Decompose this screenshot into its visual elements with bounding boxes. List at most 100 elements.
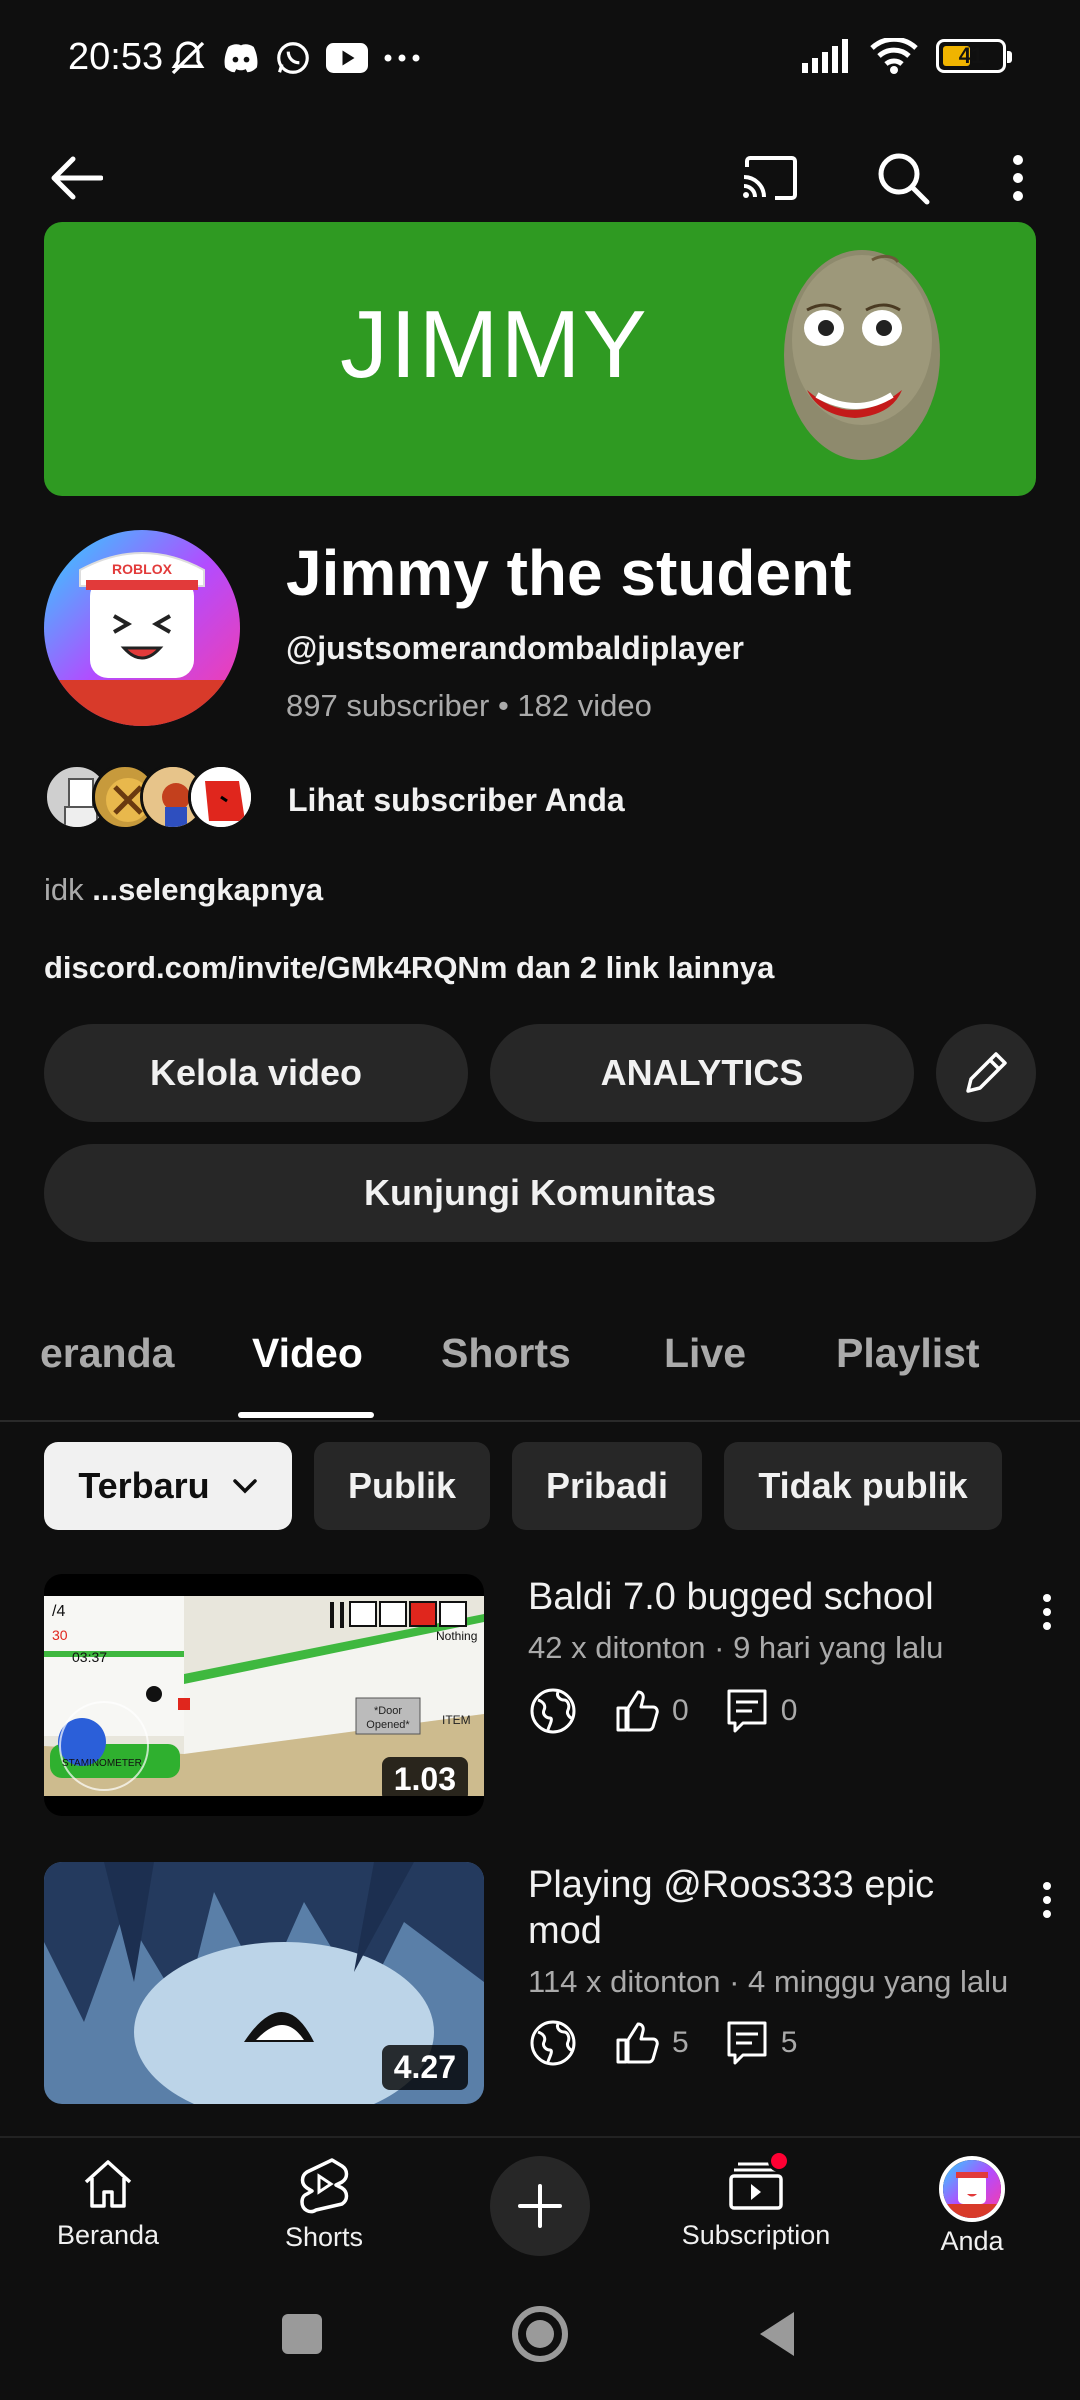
- video-thumbnail[interactable]: 4.27: [44, 1862, 484, 2104]
- bottom-navigation: Beranda Shorts Subscription Anda: [0, 2136, 1080, 2270]
- back-system-button[interactable]: [756, 2310, 796, 2358]
- back-button[interactable]: [26, 128, 126, 228]
- comment-icon: [727, 2021, 767, 2065]
- channel-description[interactable]: idk ...selengkapnya: [44, 872, 323, 908]
- filter-chip-public[interactable]: Publik: [314, 1442, 490, 1530]
- filter-chip-private[interactable]: Pribadi: [512, 1442, 702, 1530]
- visibility-public: [528, 1686, 578, 1736]
- chevron-down-icon: [232, 1479, 257, 1494]
- video-list-item[interactable]: /4 30 03:37 Nothing *Door Opened* ITEM S…: [0, 1574, 1080, 1824]
- comments-count: 0: [725, 1687, 798, 1735]
- channel-avatar[interactable]: ROBLOX: [44, 530, 240, 726]
- status-time: 20:53: [68, 36, 164, 78]
- thumb-door-line2: Opened*: [366, 1719, 410, 1731]
- edit-channel-button[interactable]: [936, 1024, 1036, 1122]
- filter-chip-unlisted[interactable]: Tidak publik: [724, 1442, 1002, 1530]
- more-dots-icon: [384, 54, 420, 62]
- description-text: idk: [44, 872, 84, 907]
- thumbs-up-icon: [616, 2022, 659, 2064]
- description-more-link[interactable]: ...selengkapnya: [92, 872, 323, 907]
- channel-banner: JIMMY: [44, 222, 1036, 496]
- active-tab-indicator: [238, 1412, 374, 1418]
- shorts-icon: [300, 2158, 349, 2214]
- more-vert-icon: [1043, 1882, 1051, 1918]
- video-duration: 1.03: [381, 1757, 468, 1802]
- thumb-counter: /4: [52, 1603, 65, 1620]
- notification-icons: [168, 38, 422, 78]
- nav-you-label: Anda: [940, 2226, 1004, 2256]
- you-avatar: [939, 2156, 1005, 2222]
- video-stats: 5 5: [528, 2018, 833, 2068]
- system-navigation-bar: [0, 2270, 1080, 2400]
- thumb-stamina: STAMINOMETER: [62, 1758, 142, 1769]
- avatar-cap-text: ROBLOX: [112, 561, 173, 577]
- more-vert-icon: [1013, 155, 1023, 201]
- top-app-bar: [0, 118, 1080, 238]
- likes-count: 5: [614, 2020, 689, 2066]
- comment-icon: [727, 1689, 767, 1733]
- roblox-avatar-image: ROBLOX: [44, 530, 240, 726]
- video-more-button[interactable]: [1022, 1582, 1072, 1642]
- youtube-icon: [326, 43, 368, 73]
- thumb-nothing: Nothing: [436, 1629, 477, 1643]
- home-system-button[interactable]: [512, 2306, 568, 2362]
- channel-handle: @justsomerandombaldiplayer: [286, 630, 744, 666]
- battery-level: 41: [958, 43, 984, 68]
- more-vert-icon: [1043, 1594, 1051, 1630]
- nav-you[interactable]: Anda: [872, 2156, 1072, 2257]
- nav-shorts[interactable]: Shorts: [224, 2156, 424, 2253]
- video-thumbnail[interactable]: /4 30 03:37 Nothing *Door Opened* ITEM S…: [44, 1574, 484, 1816]
- tab-playlists[interactable]: Playlist: [836, 1330, 980, 1377]
- comments-value: 5: [780, 2026, 798, 2059]
- globe-icon: [530, 2020, 576, 2066]
- create-button[interactable]: [490, 2156, 590, 2256]
- search-button[interactable]: [853, 128, 953, 228]
- likes-value: 0: [672, 1694, 689, 1727]
- more-options-button[interactable]: [968, 128, 1068, 228]
- video-stats: 0 0: [528, 1686, 833, 1736]
- video-title[interactable]: Baldi 7.0 bugged school: [528, 1574, 1008, 1620]
- tab-live[interactable]: Live: [664, 1330, 746, 1377]
- tab-shorts[interactable]: Shorts: [441, 1330, 571, 1377]
- nav-subscriptions-label: Subscription: [681, 2220, 831, 2250]
- whatsapp-icon: [277, 42, 309, 74]
- recents-button[interactable]: [282, 2314, 322, 2354]
- video-list-item[interactable]: 4.27 Playing @Roos333 epic mod 114 x dit…: [0, 1862, 1080, 2112]
- video-meta: 114 x ditonton · 4 minggu yang lalu: [528, 1964, 1009, 1999]
- video-more-button[interactable]: [1022, 1870, 1072, 1930]
- video-meta: 42 x ditonton · 9 hari yang lalu: [528, 1630, 944, 1665]
- channel-stats: 897 subscriber • 182 video: [286, 688, 652, 723]
- nav-home[interactable]: Beranda: [8, 2156, 208, 2251]
- system-icons: 41: [802, 38, 1012, 74]
- subscriber-avatar: [188, 764, 254, 830]
- nav-home-label: Beranda: [56, 2220, 160, 2250]
- likes-value: 5: [672, 2026, 689, 2059]
- subscriber-avatars: [44, 762, 264, 832]
- view-subscribers-link[interactable]: Lihat subscriber Anda: [288, 782, 625, 819]
- manage-videos-button[interactable]: Kelola video: [44, 1024, 468, 1122]
- view-subscribers-row[interactable]: Lihat subscriber Anda: [44, 762, 625, 832]
- comments-count: 5: [725, 2019, 798, 2067]
- comments-value: 0: [780, 1694, 798, 1727]
- discord-icon: [224, 44, 258, 73]
- plus-icon: [518, 2184, 562, 2228]
- cast-button[interactable]: [720, 128, 820, 228]
- nav-shorts-label: Shorts: [284, 2222, 364, 2252]
- banner-text: JIMMY: [340, 291, 649, 398]
- visit-community-button[interactable]: Kunjungi Komunitas: [44, 1144, 1036, 1242]
- cast-icon: [743, 156, 797, 200]
- tab-videos[interactable]: Video: [252, 1330, 363, 1377]
- likes-count: 0: [614, 1688, 689, 1734]
- video-title[interactable]: Playing @Roos333 epic mod: [528, 1862, 1008, 1954]
- mute-icon: [171, 41, 205, 75]
- battery-icon: 41: [936, 39, 1012, 73]
- sort-dropdown[interactable]: Terbaru: [44, 1442, 292, 1530]
- wifi-icon: [870, 38, 918, 74]
- tab-home[interactable]: eranda: [40, 1330, 174, 1377]
- search-icon: [878, 153, 930, 205]
- back-arrow-icon: [51, 156, 103, 200]
- thumb-item: ITEM: [442, 1713, 471, 1727]
- channel-links[interactable]: discord.com/invite/GMk4RQNm dan 2 link l…: [44, 950, 774, 986]
- nav-subscriptions[interactable]: Subscription: [656, 2150, 856, 2251]
- analytics-button[interactable]: ANALYTICS: [490, 1024, 914, 1122]
